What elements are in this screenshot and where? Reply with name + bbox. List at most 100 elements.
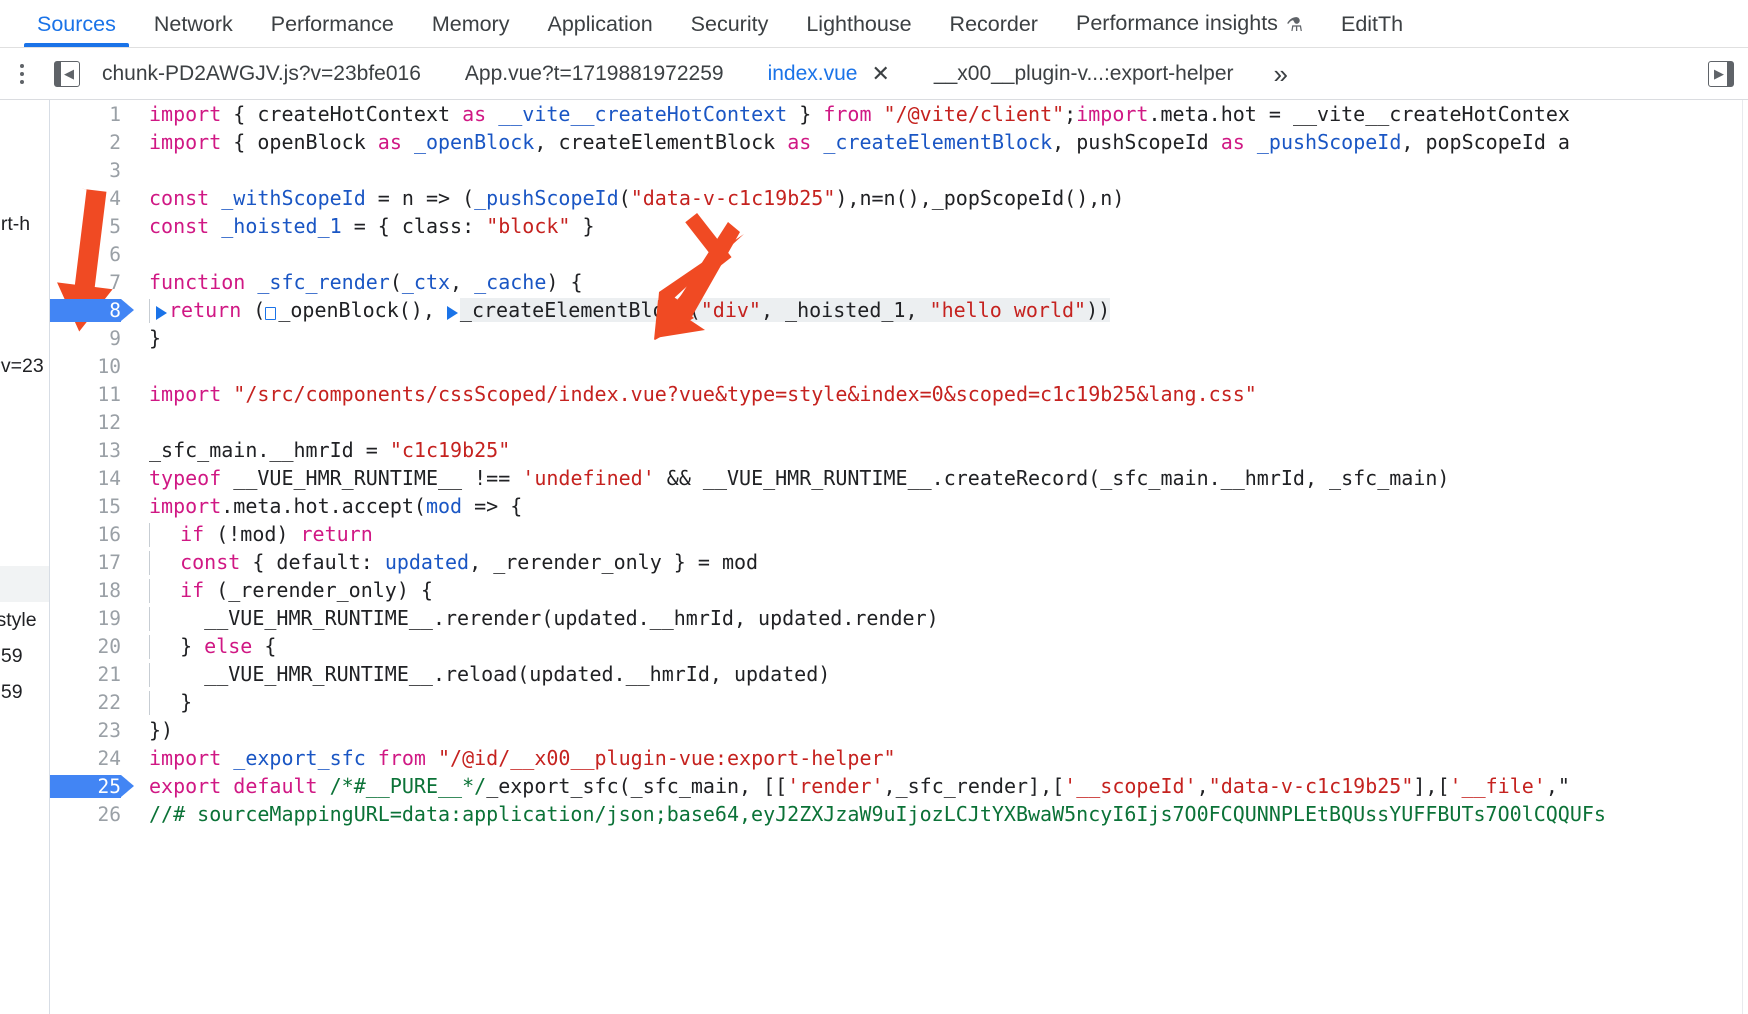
panel-tab-memory[interactable]: Memory xyxy=(413,14,529,48)
line-number-9[interactable]: 9 xyxy=(50,327,135,350)
code-line-22[interactable]: 22 } xyxy=(50,688,1748,716)
code-line-5[interactable]: 5const _hoisted_1 = { class: "block" } xyxy=(50,212,1748,240)
file-tab-0[interactable]: chunk-PD2AWGJV.js?v=23bfe016 xyxy=(80,48,443,100)
line-number-22[interactable]: 22 xyxy=(50,691,135,714)
code-line-16[interactable]: 16 if (!mod) return xyxy=(50,520,1748,548)
inline-disclosure-icon[interactable] xyxy=(156,306,167,320)
code-token: _pushScopeId xyxy=(1257,130,1402,154)
line-number-16[interactable]: 16 xyxy=(50,523,135,546)
code-token: import xyxy=(149,102,221,126)
panel-tab-recorder[interactable]: Recorder xyxy=(931,14,1057,48)
line-number-5[interactable]: 5 xyxy=(50,215,135,238)
flask-icon: ⚗ xyxy=(1286,16,1303,35)
code-line-26[interactable]: 26 //# sourceMappingURL=data:application/… xyxy=(50,800,1748,828)
navigator-file-row[interactable]: ort-h xyxy=(0,206,50,242)
code-line-7[interactable]: 7function _sfc_render(_ctx, _cache) { xyxy=(50,268,1748,296)
code-token: '__file' xyxy=(1450,774,1546,798)
inline-disclosure-icon[interactable] xyxy=(265,307,276,320)
panel-tab-label: Network xyxy=(154,12,233,36)
show-navigator-icon[interactable]: ◀ xyxy=(54,61,80,87)
navigator-file-row[interactable]: -style xyxy=(0,602,50,638)
more-options-icon[interactable] xyxy=(0,48,44,100)
code-line-20[interactable]: 20 } else { xyxy=(50,632,1748,660)
code-line-17[interactable]: 17 const { default: updated, _rerender_o… xyxy=(50,548,1748,576)
code-line-15[interactable]: 15import.meta.hot.accept(mod => { xyxy=(50,492,1748,520)
panel-tab-performance-insights[interactable]: Performance insights⚗ xyxy=(1057,13,1322,47)
code-token: { xyxy=(252,634,276,658)
code-line-2[interactable]: 2import { openBlock as _openBlock, creat… xyxy=(50,128,1748,156)
code-line-6[interactable]: 6 xyxy=(50,240,1748,268)
line-number-6[interactable]: 6 xyxy=(50,243,135,266)
code-line-12[interactable]: 12 xyxy=(50,408,1748,436)
code-token: _openBlock xyxy=(414,130,534,154)
code-line-8[interactable]: 8return (_openBlock(), _createElementBlo… xyxy=(50,296,1748,324)
line-number-20[interactable]: 20 xyxy=(50,635,135,658)
panel-tab-label: Recorder xyxy=(950,12,1038,36)
line-number-7[interactable]: 7 xyxy=(50,271,135,294)
code-line-13[interactable]: 13_sfc_main.__hmrId = "c1c19b25" xyxy=(50,436,1748,464)
code-line-11[interactable]: 11import "/src/components/cssScoped/inde… xyxy=(50,380,1748,408)
file-tab-index-vue[interactable]: index.vue✕ xyxy=(746,48,912,100)
line-number-23[interactable]: 23 xyxy=(50,719,135,742)
code-line-4[interactable]: 4const _withScopeId = n => (_pushScopeId… xyxy=(50,184,1748,212)
line-number-25[interactable]: 25 xyxy=(50,775,135,798)
navigator-file-row[interactable] xyxy=(0,566,50,602)
code-line-23[interactable]: 23}) xyxy=(50,716,1748,744)
code-token: _createElementBlock xyxy=(823,130,1052,154)
line-number-1[interactable]: 1 xyxy=(50,103,135,126)
code-line-14[interactable]: 14typeof __VUE_HMR_RUNTIME__ !== 'undefi… xyxy=(50,464,1748,492)
file-tab-1[interactable]: App.vue?t=1719881972259 xyxy=(443,48,746,100)
more-tabs-button[interactable]: » xyxy=(1256,48,1306,100)
code-token: __VUE_HMR_RUNTIME__.rerender(updated.__h… xyxy=(156,606,939,630)
code-token: "block" xyxy=(486,214,570,238)
navigator-file-row[interactable]: 259 xyxy=(0,674,50,710)
navigator-panel-clipped[interactable]: ort-h?v=23d-style259259 xyxy=(0,100,50,1014)
line-number-13[interactable]: 13 xyxy=(50,439,135,462)
file-tab-3[interactable]: __x00__plugin-v...:export-helper xyxy=(912,48,1256,100)
source-code-editor[interactable]: 1import { createHotContext as __vite__cr… xyxy=(50,100,1748,1014)
panel-tab-editth[interactable]: EditTh xyxy=(1322,14,1422,48)
line-number-10[interactable]: 10 xyxy=(50,355,135,378)
line-number-11[interactable]: 11 xyxy=(50,383,135,406)
line-number-8[interactable]: 8 xyxy=(50,299,135,322)
code-token: _sfc_render xyxy=(257,270,389,294)
panel-tab-sources[interactable]: Sources xyxy=(18,14,135,48)
line-number-4[interactable]: 4 xyxy=(50,187,135,210)
line-number-14[interactable]: 14 xyxy=(50,467,135,490)
navigator-file-row[interactable]: 259 xyxy=(0,638,50,674)
panel-tab-security[interactable]: Security xyxy=(672,14,788,48)
code-line-9[interactable]: 9} xyxy=(50,324,1748,352)
code-line-24[interactable]: 24import _export_sfc from "/@id/__x00__p… xyxy=(50,744,1748,772)
line-number-12[interactable]: 12 xyxy=(50,411,135,434)
code-token: _createElementBlock( xyxy=(460,298,701,322)
navigator-file-row[interactable]: ?v=23 xyxy=(0,348,50,384)
line-number-3[interactable]: 3 xyxy=(50,159,135,182)
code-token: const xyxy=(149,186,209,210)
code-line-1[interactable]: 1import { createHotContext as __vite__cr… xyxy=(50,100,1748,128)
panel-tab-application[interactable]: Application xyxy=(528,14,671,48)
line-number-21[interactable]: 21 xyxy=(50,663,135,686)
line-number-26[interactable]: 26 xyxy=(50,803,135,826)
file-tab-label: chunk-PD2AWGJV.js?v=23bfe016 xyxy=(102,48,421,100)
code-token: //# sourceMappingURL=data:application/js… xyxy=(149,802,1606,826)
code-line-19[interactable]: 19 __VUE_HMR_RUNTIME__.rerender(updated.… xyxy=(50,604,1748,632)
code-line-text: import { openBlock as _openBlock, create… xyxy=(135,130,1570,154)
line-number-15[interactable]: 15 xyxy=(50,495,135,518)
line-number-24[interactable]: 24 xyxy=(50,747,135,770)
code-line-10[interactable]: 10 xyxy=(50,352,1748,380)
line-number-18[interactable]: 18 xyxy=(50,579,135,602)
panel-tab-performance[interactable]: Performance xyxy=(252,14,413,48)
panel-tab-network[interactable]: Network xyxy=(135,14,252,48)
close-icon[interactable]: ✕ xyxy=(871,63,889,85)
navigator-file-row[interactable]: d xyxy=(0,530,50,566)
panel-tab-lighthouse[interactable]: Lighthouse xyxy=(787,14,930,48)
show-debugger-icon[interactable]: ▶ xyxy=(1708,61,1734,87)
line-number-17[interactable]: 17 xyxy=(50,551,135,574)
code-line-18[interactable]: 18 if (_rerender_only) { xyxy=(50,576,1748,604)
line-number-19[interactable]: 19 xyxy=(50,607,135,630)
code-line-21[interactable]: 21 __VUE_HMR_RUNTIME__.reload(updated.__… xyxy=(50,660,1748,688)
code-line-25[interactable]: 25export default /*#__PURE__*/_export_sf… xyxy=(50,772,1748,800)
code-line-3[interactable]: 3 xyxy=(50,156,1748,184)
line-number-2[interactable]: 2 xyxy=(50,131,135,154)
inline-disclosure-icon[interactable] xyxy=(447,306,458,320)
